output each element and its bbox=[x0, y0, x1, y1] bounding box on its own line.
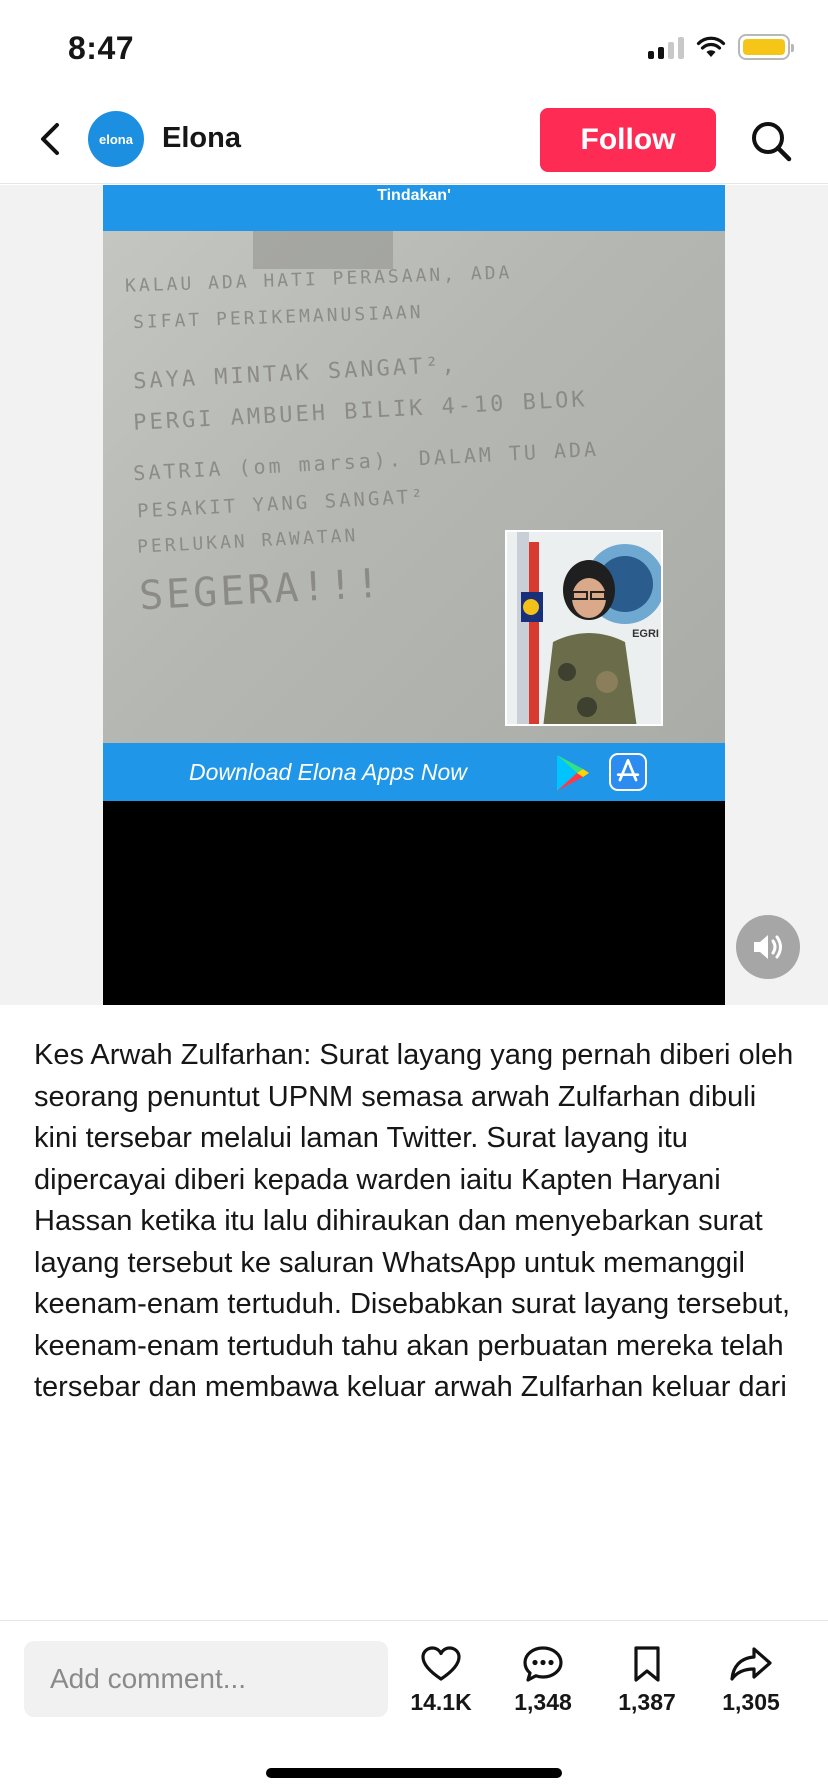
download-banner-text: Download Elona Apps Now bbox=[189, 759, 467, 785]
note-line: SIFAT PERIKEMANUSIAAN bbox=[132, 301, 424, 334]
inset-badge-text: EGRI bbox=[632, 628, 659, 640]
note-line: SATRIA (om marsa). DALAM TU ADA bbox=[132, 436, 600, 486]
add-comment-input[interactable] bbox=[24, 1641, 388, 1717]
heart-icon bbox=[421, 1646, 461, 1681]
sound-toggle-button[interactable] bbox=[736, 915, 800, 979]
bookmark-icon bbox=[634, 1646, 660, 1682]
save-button[interactable]: 1,387 bbox=[602, 1645, 692, 1716]
battery-icon bbox=[738, 34, 794, 60]
share-button[interactable]: 1,305 bbox=[706, 1645, 796, 1716]
search-icon bbox=[752, 122, 792, 162]
avatar[interactable]: elona bbox=[88, 111, 144, 167]
note-line: PERLUKAN RAWATAN bbox=[136, 525, 359, 558]
share-arrow-icon bbox=[730, 1647, 772, 1681]
comment-bubble-icon bbox=[523, 1646, 563, 1682]
media-area: Tindakan' KALAU ADA HATI PERASAAN, ADA S… bbox=[0, 185, 828, 1005]
google-play-icon[interactable] bbox=[551, 752, 593, 794]
comment-count: 1,348 bbox=[514, 1689, 572, 1715]
comment-button[interactable]: 1,348 bbox=[498, 1645, 588, 1716]
speaker-icon bbox=[754, 935, 782, 959]
home-indicator bbox=[266, 1768, 562, 1778]
account-name[interactable]: Elona bbox=[162, 122, 241, 155]
chevron-left-icon bbox=[41, 123, 59, 155]
save-count: 1,387 bbox=[618, 1689, 676, 1715]
note-line: SEGERA!!! bbox=[137, 560, 384, 620]
follow-button[interactable]: Follow bbox=[540, 108, 716, 172]
status-icons bbox=[648, 34, 794, 60]
tape bbox=[253, 231, 393, 269]
share-count: 1,305 bbox=[722, 1689, 780, 1715]
app-store-glyph bbox=[616, 759, 640, 782]
status-time: 8:47 bbox=[68, 30, 135, 66]
search-button[interactable] bbox=[748, 118, 794, 164]
cellular-signal-icon bbox=[648, 35, 684, 59]
like-count: 14.1K bbox=[410, 1689, 472, 1715]
officer-photo: EGRI bbox=[505, 530, 663, 726]
note-line: PERGI AMBUEH BILIK 4-10 BLOK bbox=[132, 387, 589, 436]
wifi-icon bbox=[696, 36, 726, 57]
banner-top: Tindakan' bbox=[103, 185, 725, 231]
header: elona Elona Follow bbox=[0, 96, 828, 184]
like-button[interactable]: 14.1K bbox=[396, 1645, 486, 1716]
banner-top-text: Tindakan' bbox=[377, 187, 451, 204]
post-media[interactable]: Tindakan' KALAU ADA HATI PERASAAN, ADA S… bbox=[103, 185, 725, 1005]
note-line: PESAKIT YANG SANGAT² bbox=[136, 485, 427, 523]
bottom-action-bar: 14.1K 1,348 1,387 1,305 bbox=[0, 1620, 828, 1792]
status-bar: 8:47 bbox=[0, 0, 828, 96]
note-line: SAYA MINTAK SANGAT², bbox=[132, 352, 459, 395]
post-caption: Kes Arwah Zulfarhan: Surat layang yang p… bbox=[34, 1039, 794, 1403]
back-button[interactable] bbox=[30, 116, 70, 162]
app-store-icon[interactable] bbox=[609, 753, 647, 791]
avatar-text: elona bbox=[99, 131, 133, 147]
download-banner[interactable]: Download Elona Apps Now bbox=[103, 743, 725, 801]
